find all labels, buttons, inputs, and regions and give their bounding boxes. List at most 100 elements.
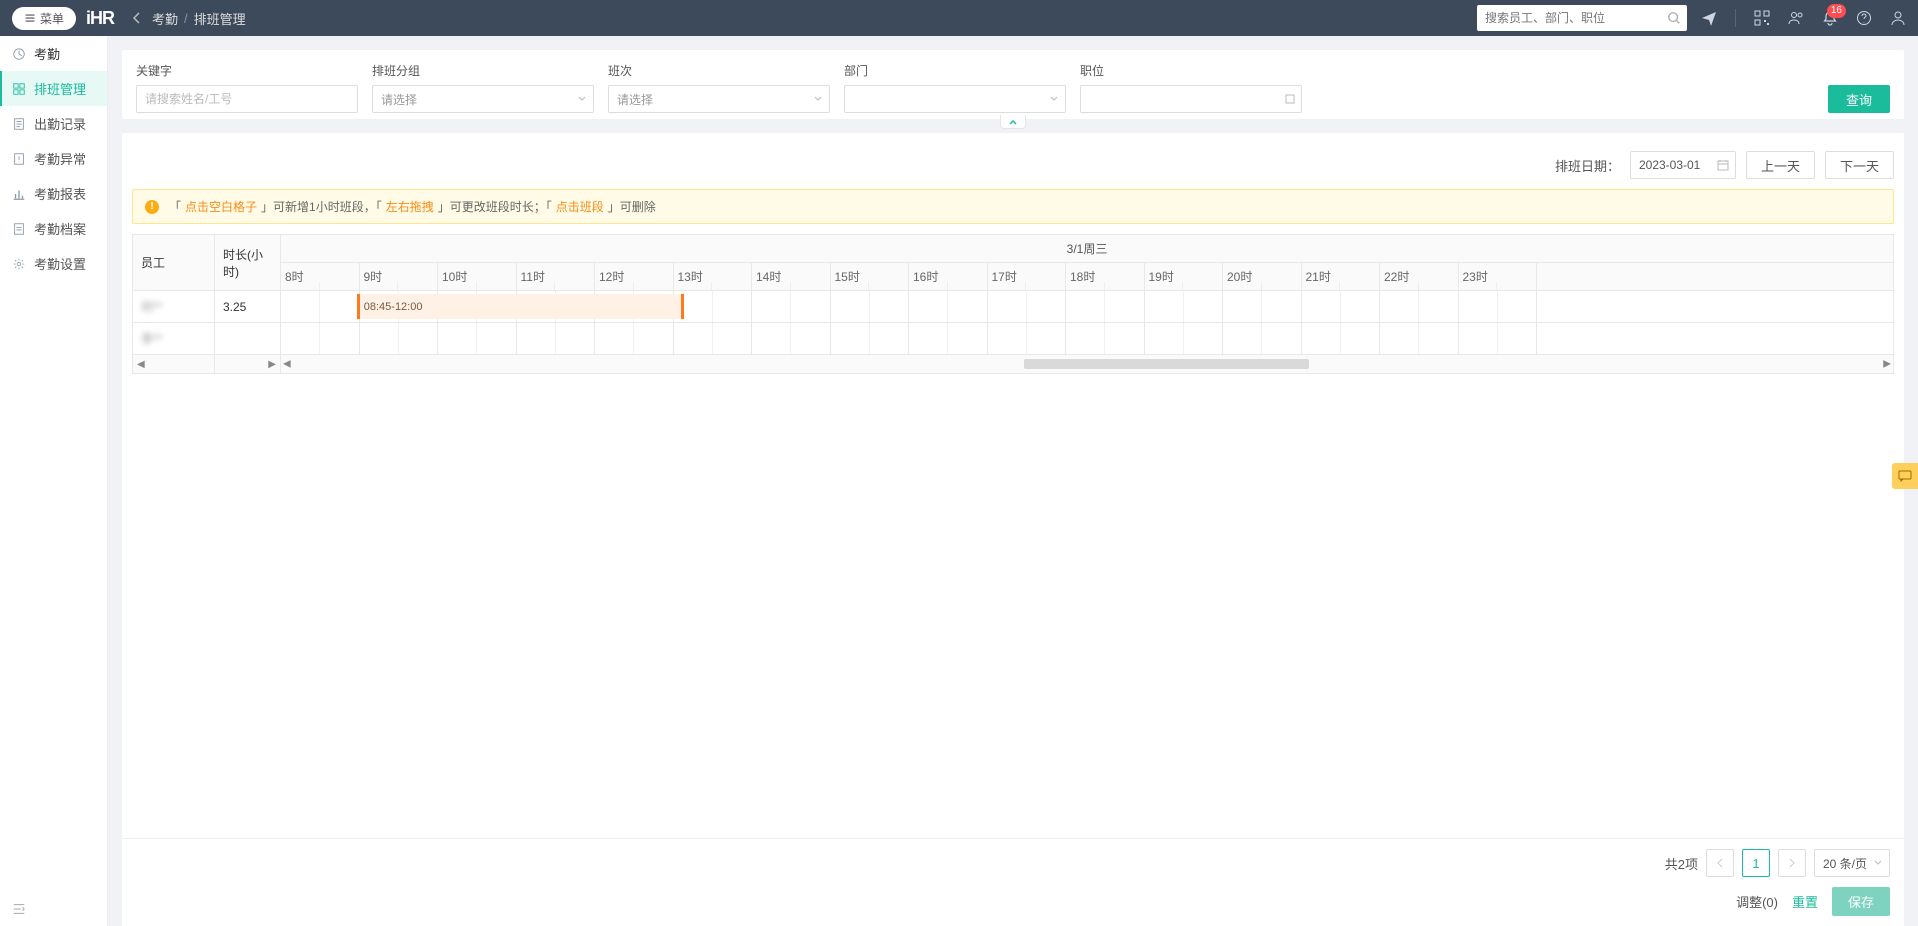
grid-slot[interactable] [1066,323,1105,354]
back-button[interactable] [132,11,142,25]
reset-button[interactable]: 重置 [1792,892,1818,911]
arrow-left-icon[interactable]: ◀ [137,359,145,370]
grid-row[interactable] [281,323,1893,355]
filter-collapse-handle[interactable] [1000,115,1026,129]
grid-slot[interactable] [1459,323,1498,354]
grid-slot[interactable] [634,323,673,354]
grid-slot[interactable] [1459,291,1498,322]
grid-row[interactable]: 08:45-12:00 [281,291,1893,323]
grid-slot[interactable] [1419,291,1458,322]
page-size-select[interactable]: 20 条/页 [1814,849,1890,877]
grid-slot[interactable] [791,323,830,354]
grid-slot[interactable] [1184,291,1223,322]
grid-slot[interactable] [988,291,1027,322]
grid-slot[interactable] [752,291,791,322]
job-select[interactable] [1080,85,1302,113]
grid-slot[interactable] [517,323,556,354]
save-button[interactable]: 保存 [1832,887,1890,916]
sidebar-collapse-button[interactable] [12,902,26,916]
grid-slot[interactable] [1145,323,1184,354]
float-help-button[interactable] [1892,463,1918,489]
grid-slot[interactable] [1145,291,1184,322]
grid-slot[interactable] [1380,323,1419,354]
grid-slot[interactable] [1302,291,1341,322]
date-picker[interactable]: 2023-03-01 [1630,151,1736,179]
sidebar-item-考勤设置[interactable]: 考勤设置 [0,246,107,281]
grid-slot[interactable] [791,291,830,322]
grid-slot[interactable] [1223,291,1262,322]
grid-slot[interactable] [988,323,1027,354]
grid-slot[interactable] [1341,291,1380,322]
sidebar-item-考勤档案[interactable]: 考勤档案 [0,211,107,246]
contacts-icon[interactable] [1788,10,1804,26]
shift-block[interactable]: 08:45-12:00 [357,294,684,319]
scrollbar-track[interactable] [295,359,1879,369]
grid-slot[interactable] [713,291,752,322]
grid-slot[interactable] [438,323,477,354]
arrow-right-icon[interactable]: ▶ [268,359,276,370]
dept-select[interactable] [844,85,1066,113]
grid-slot[interactable] [1498,291,1537,322]
query-button[interactable]: 查询 [1828,85,1890,113]
search-icon[interactable] [1667,11,1681,25]
bell-icon[interactable]: 16 [1822,10,1838,26]
scroll-right-icon[interactable]: ▶ [1883,359,1891,370]
grid-slot[interactable] [556,323,595,354]
grid-slot[interactable] [1498,323,1537,354]
prev-day-button[interactable]: 上一天 [1746,151,1815,179]
sidebar-item-考勤报表[interactable]: 考勤报表 [0,176,107,211]
group-select[interactable]: 请选择 [372,85,594,113]
grid-slot[interactable] [281,291,320,322]
grid-slot[interactable] [320,323,359,354]
grid-slot[interactable] [713,323,752,354]
grid-slot[interactable] [674,323,713,354]
next-day-button[interactable]: 下一天 [1825,151,1894,179]
breadcrumb-module[interactable]: 考勤 [152,9,178,28]
pagination-next[interactable] [1778,849,1806,877]
send-icon[interactable] [1701,10,1717,26]
grid-slot[interactable] [281,323,320,354]
grid-slot[interactable] [1262,323,1301,354]
grid-slot[interactable] [1105,323,1144,354]
grid-slot[interactable] [1419,323,1458,354]
menu-button[interactable]: 菜单 [12,7,76,30]
sidebar-item-考勤[interactable]: 考勤 [0,36,107,71]
grid-slot[interactable] [1302,323,1341,354]
grid-slot[interactable] [1066,291,1105,322]
grid-slot[interactable] [1027,323,1066,354]
grid-slot[interactable] [477,323,516,354]
grid-slot[interactable] [948,291,987,322]
shift-select[interactable]: 请选择 [608,85,830,113]
grid-slot[interactable] [1027,291,1066,322]
grid-slot[interactable] [1223,323,1262,354]
grid-slot[interactable] [870,291,909,322]
grid-slot[interactable] [399,323,438,354]
sidebar-item-排班管理[interactable]: 排班管理 [0,71,107,106]
grid-slot[interactable] [320,291,359,322]
grid-slot[interactable] [1380,291,1419,322]
grid-slot[interactable] [948,323,987,354]
scrollbar-thumb[interactable] [1024,359,1309,369]
grid-slot[interactable] [831,291,870,322]
grid-slot[interactable] [909,323,948,354]
pagination-page-1[interactable]: 1 [1742,849,1770,877]
search-input[interactable] [1477,5,1687,31]
qrcode-icon[interactable] [1754,10,1770,26]
sidebar-item-出勤记录[interactable]: 出勤记录 [0,106,107,141]
grid-slot[interactable] [870,323,909,354]
help-icon[interactable] [1856,10,1872,26]
grid-slot[interactable] [360,323,399,354]
user-icon[interactable] [1890,10,1906,26]
pagination-prev[interactable] [1706,849,1734,877]
keyword-input[interactable] [136,85,358,113]
grid-slot[interactable] [595,323,634,354]
grid-slot[interactable] [1262,291,1301,322]
grid-slot[interactable] [831,323,870,354]
scroll-left-icon[interactable]: ◀ [283,359,291,370]
grid-slot[interactable] [752,323,791,354]
sidebar-item-考勤异常[interactable]: 考勤异常 [0,141,107,176]
grid-slot[interactable] [1184,323,1223,354]
grid-slot[interactable] [1105,291,1144,322]
grid-slot[interactable] [909,291,948,322]
grid-slot[interactable] [1341,323,1380,354]
